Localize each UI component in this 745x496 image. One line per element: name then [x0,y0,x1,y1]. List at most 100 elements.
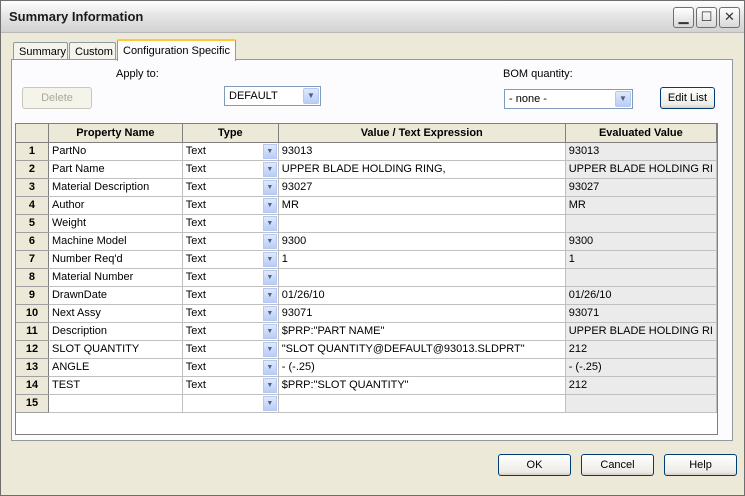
chevron-down-icon[interactable]: ▼ [262,395,277,411]
table-row[interactable]: 10 Next Assy Text ▼ 93071 93071 [16,304,717,323]
chevron-down-icon[interactable]: ▼ [262,341,277,357]
table-row[interactable]: 9 DrawnDate Text ▼ 01/26/10 01/26/10 [16,286,717,305]
row-number[interactable]: 6 [16,232,49,251]
column-header-evaluated-value[interactable]: Evaluated Value [565,124,717,143]
value-expression-cell[interactable]: $PRP:"PART NAME" [278,322,566,341]
table-row[interactable]: 14 TEST Text ▼ $PRP:"SLOT QUANTITY" 212 [16,376,717,395]
property-name-cell[interactable]: Weight [48,214,183,233]
row-number[interactable]: 8 [16,268,49,287]
value-expression-cell[interactable]: 93071 [278,304,566,323]
row-number[interactable]: 4 [16,196,49,215]
property-name-cell[interactable]: SLOT QUANTITY [48,340,183,359]
value-expression-cell[interactable]: 93013 [278,142,566,161]
chevron-down-icon[interactable]: ▼ [262,197,277,213]
property-name-cell[interactable]: Material Description [48,178,183,197]
row-number[interactable]: 10 [16,304,49,323]
table-row[interactable]: 1 PartNo Text ▼ 93013 93013 [16,142,717,161]
type-cell[interactable]: Text ▼ [182,358,279,377]
close-button[interactable]: ✕ [719,7,740,28]
column-header-property-name[interactable]: Property Name [48,124,183,143]
value-expression-cell[interactable] [278,394,566,413]
select-all-corner[interactable] [16,124,49,143]
value-expression-cell[interactable]: 1 [278,250,566,269]
row-number[interactable]: 2 [16,160,49,179]
chevron-down-icon[interactable]: ▼ [262,359,277,375]
type-cell[interactable]: Text ▼ [182,268,279,287]
minimize-button[interactable]: ▁ [673,7,694,28]
property-name-cell[interactable]: Description [48,322,183,341]
property-name-cell[interactable]: Next Assy [48,304,183,323]
row-number[interactable]: 14 [16,376,49,395]
chevron-down-icon[interactable]: ▼ [262,215,277,231]
value-expression-cell[interactable] [278,268,566,287]
chevron-down-icon[interactable]: ▼ [262,251,277,267]
table-row[interactable]: 11 Description Text ▼ $PRP:"PART NAME" UPPER … [16,322,717,341]
property-name-cell[interactable]: TEST [48,376,183,395]
type-cell[interactable]: Text ▼ [182,214,279,233]
property-name-cell[interactable]: Machine Model [48,232,183,251]
value-expression-cell[interactable]: 93027 [278,178,566,197]
row-number[interactable]: 13 [16,358,49,377]
type-cell[interactable]: Text ▼ [182,322,279,341]
chevron-down-icon[interactable]: ▼ [262,161,277,177]
cancel-button[interactable]: Cancel [581,454,654,476]
row-number[interactable]: 1 [16,142,49,161]
value-expression-cell[interactable]: 01/26/10 [278,286,566,305]
table-row[interactable]: 3 Material Description Text ▼ 93027 93027 [16,178,717,197]
chevron-down-icon[interactable]: ▼ [262,143,277,159]
chevron-down-icon[interactable]: ▼ [262,233,277,249]
title-bar[interactable]: Summary Information ▁ ☐ ✕ [1,1,744,33]
value-expression-cell[interactable] [278,214,566,233]
edit-list-button[interactable]: Edit List [660,87,715,109]
property-name-cell[interactable]: PartNo [48,142,183,161]
value-expression-cell[interactable]: UPPER BLADE HOLDING RING, [278,160,566,179]
maximize-button[interactable]: ☐ [696,7,717,28]
value-expression-cell[interactable]: - (-.25) [278,358,566,377]
ok-button[interactable]: OK [498,454,571,476]
apply-to-select[interactable]: DEFAULT ▼ [224,86,321,106]
row-number[interactable]: 5 [16,214,49,233]
table-row[interactable]: 4 Author Text ▼ MR MR [16,196,717,215]
table-row[interactable]: 15 ▼ [16,394,717,413]
type-cell[interactable]: Text ▼ [182,142,279,161]
tab-configuration-specific[interactable]: Configuration Specific [117,39,236,61]
table-row[interactable]: 6 Machine Model Text ▼ 9300 9300 [16,232,717,251]
type-cell[interactable]: Text ▼ [182,286,279,305]
row-number[interactable]: 15 [16,394,49,413]
property-name-cell[interactable]: Material Number [48,268,183,287]
chevron-down-icon[interactable]: ▼ [262,179,277,195]
column-header-type[interactable]: Type [182,124,279,143]
chevron-down-icon[interactable]: ▼ [262,269,277,285]
chevron-down-icon[interactable]: ▼ [262,287,277,303]
type-cell[interactable]: Text ▼ [182,376,279,395]
chevron-down-icon[interactable]: ▼ [262,323,277,339]
bom-quantity-select[interactable]: - none - ▼ [504,89,633,109]
type-cell[interactable]: Text ▼ [182,178,279,197]
value-expression-cell[interactable]: MR [278,196,566,215]
type-cell[interactable]: Text ▼ [182,340,279,359]
value-expression-cell[interactable]: "SLOT QUANTITY@DEFAULT@93013.SLDPRT" [278,340,566,359]
chevron-down-icon[interactable]: ▼ [262,377,277,393]
row-number[interactable]: 3 [16,178,49,197]
type-cell[interactable]: Text ▼ [182,160,279,179]
property-name-cell[interactable] [48,394,183,413]
property-name-cell[interactable]: Author [48,196,183,215]
help-button[interactable]: Help [664,454,737,476]
type-cell[interactable]: Text ▼ [182,232,279,251]
table-row[interactable]: 12 SLOT QUANTITY Text ▼ "SLOT QUANTITY@DEFAU… [16,340,717,359]
delete-button[interactable]: Delete [22,87,92,109]
row-number[interactable]: 9 [16,286,49,305]
table-row[interactable]: 13 ANGLE Text ▼ - (-.25) - (-.25) [16,358,717,377]
value-expression-cell[interactable]: 9300 [278,232,566,251]
table-row[interactable]: 5 Weight Text ▼ [16,214,717,233]
row-number[interactable]: 11 [16,322,49,341]
property-name-cell[interactable]: ANGLE [48,358,183,377]
chevron-down-icon[interactable]: ▼ [262,305,277,321]
type-cell[interactable]: Text ▼ [182,304,279,323]
table-row[interactable]: 7 Number Req'd Text ▼ 1 1 [16,250,717,269]
type-cell[interactable]: ▼ [182,394,279,413]
table-row[interactable]: 2 Part Name Text ▼ UPPER BLADE HOLDING RING,… [16,160,717,179]
type-cell[interactable]: Text ▼ [182,196,279,215]
property-name-cell[interactable]: DrawnDate [48,286,183,305]
property-name-cell[interactable]: Number Req'd [48,250,183,269]
